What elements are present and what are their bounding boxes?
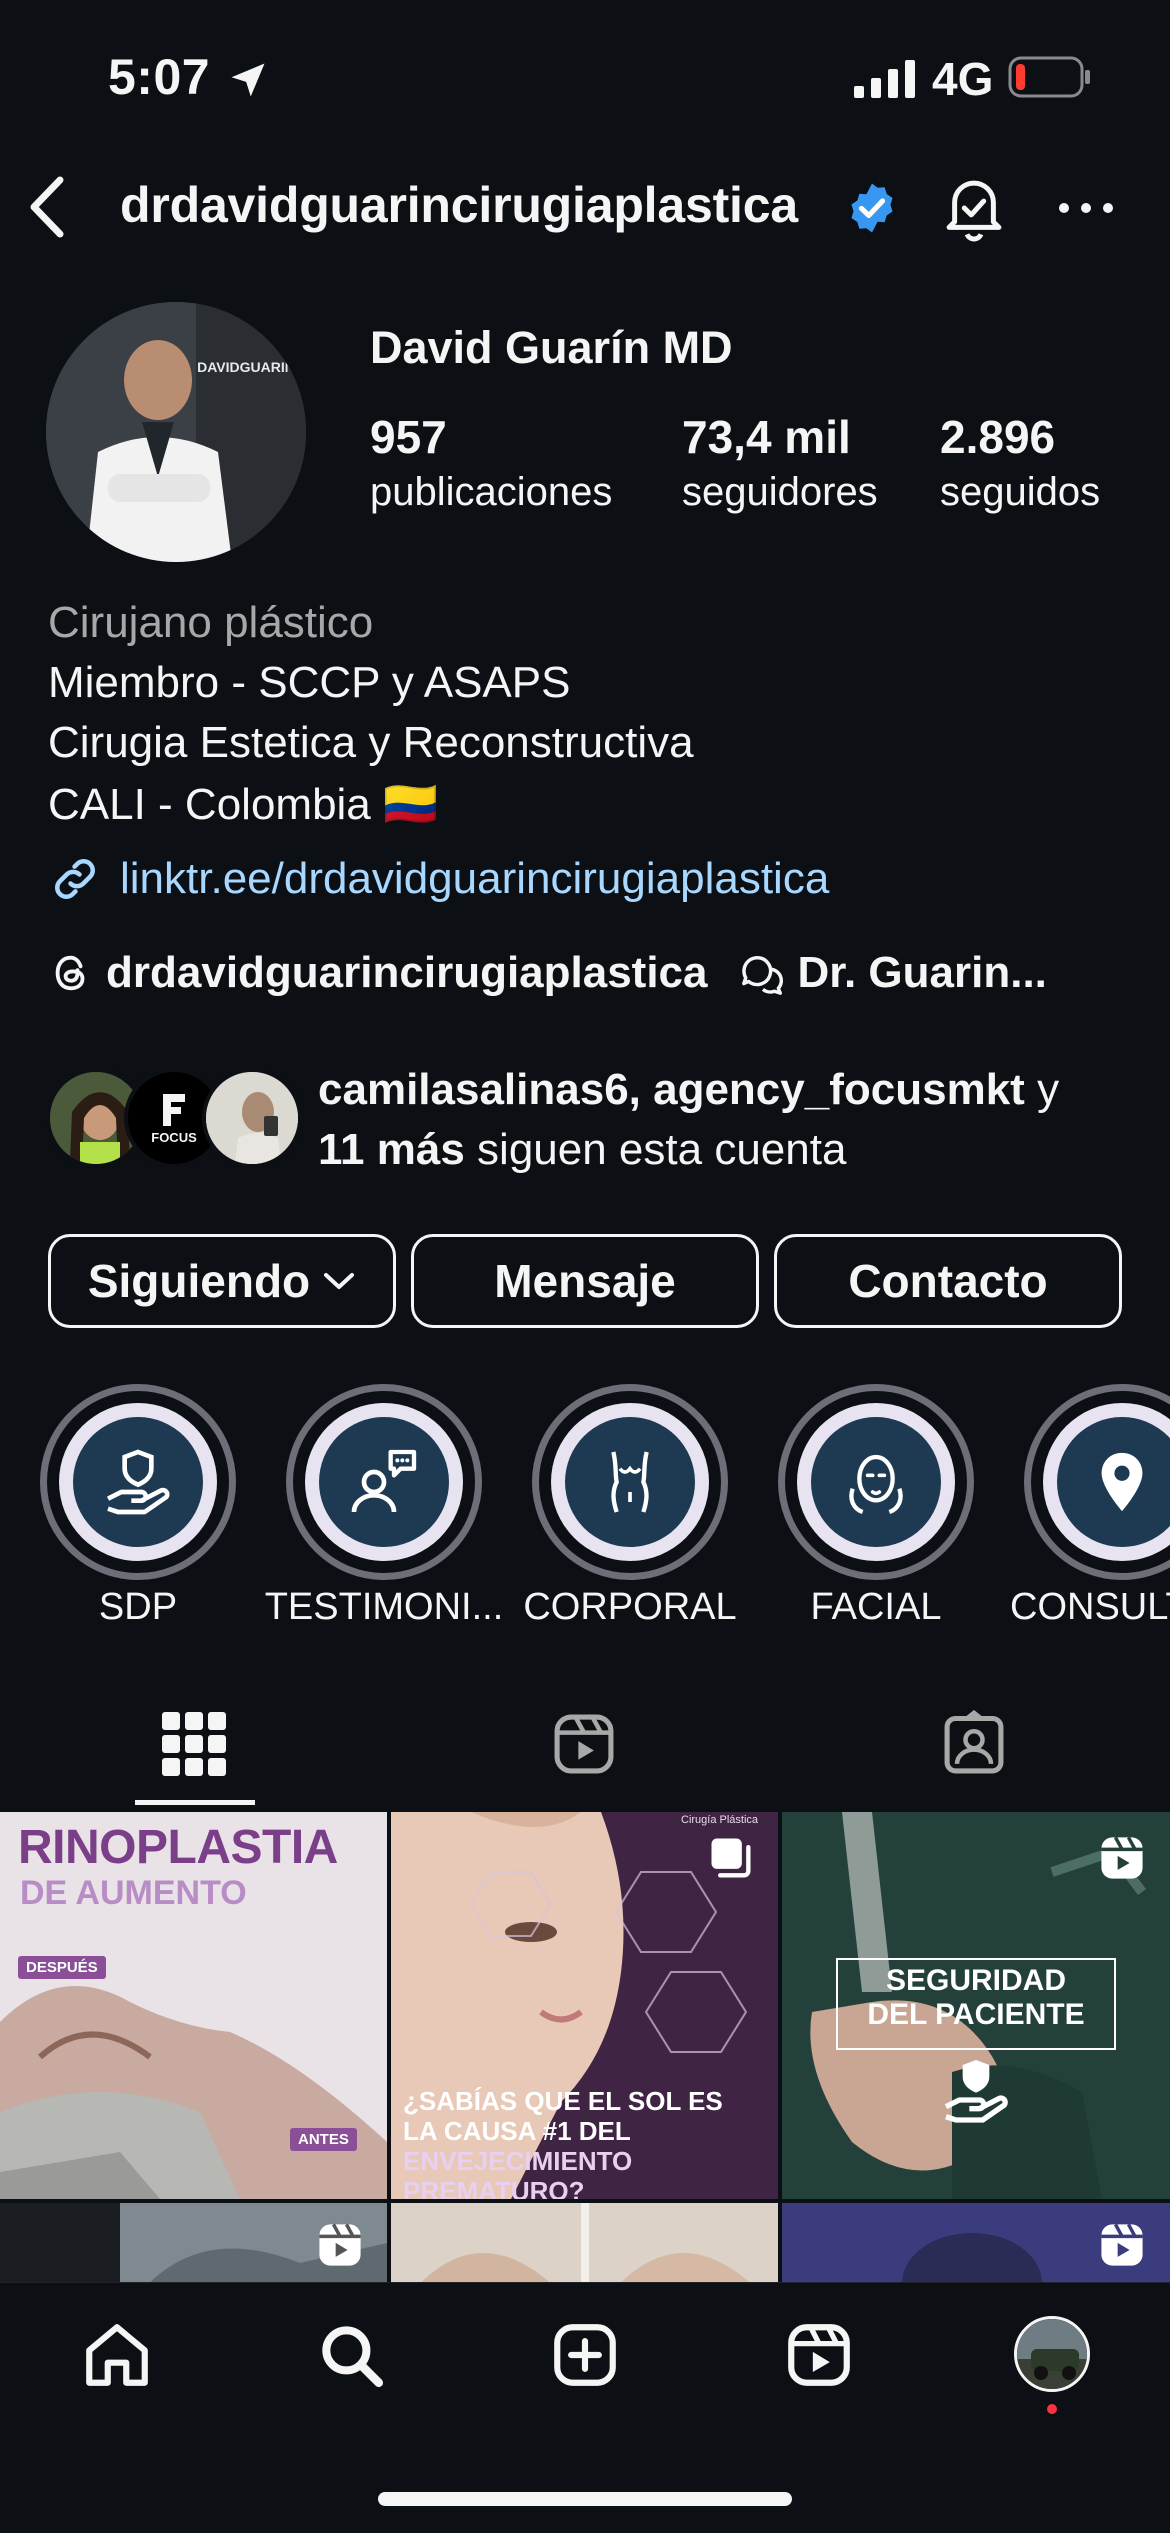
contact-button[interactable]: Contacto xyxy=(774,1234,1122,1328)
home-indicator xyxy=(378,2492,792,2506)
reels-icon[interactable] xyxy=(782,2318,856,2392)
display-name: David Guarín MD xyxy=(370,322,733,373)
face-icon xyxy=(836,1442,916,1522)
reel-icon xyxy=(1096,2219,1148,2271)
signal-icon xyxy=(854,60,916,98)
body-icon xyxy=(590,1442,670,1522)
post-row2-1[interactable] xyxy=(0,2203,387,2293)
threads-handle[interactable]: drdavidguarincirugiaplastica xyxy=(106,948,708,998)
post-seguridad-paciente[interactable]: SEGURIDAD DEL PACIENTE xyxy=(782,1812,1170,2199)
followers-label[interactable]: seguidores xyxy=(682,470,878,515)
bio-link-text[interactable]: linktr.ee/drdavidguarincirugiaplastica xyxy=(120,854,829,904)
battery-icon xyxy=(1008,56,1092,98)
threads-icon xyxy=(48,950,94,996)
post-row2-3[interactable] xyxy=(782,2203,1170,2293)
person-chat-icon xyxy=(344,1442,424,1522)
reel-icon xyxy=(1096,1832,1148,1884)
followers-count[interactable]: 73,4 mil xyxy=(682,410,851,464)
highlight-corporal[interactable] xyxy=(532,1384,728,1580)
notification-dot xyxy=(1047,2404,1057,2414)
post-caption-line-1: ¿SABÍAS QUE EL SOL ES xyxy=(403,2086,723,2116)
followed-by-names[interactable]: camilasalinas6, agency_focusmkt xyxy=(318,1065,1025,1114)
multi-image-icon xyxy=(705,1832,757,1884)
tag-before: ANTES xyxy=(290,2128,357,2151)
post-row2-2[interactable] xyxy=(391,2203,778,2293)
post-brand: Cirugía Plástica xyxy=(681,1814,759,1826)
message-button[interactable]: Mensaje xyxy=(411,1234,759,1328)
back-button[interactable] xyxy=(24,172,72,242)
bio-link[interactable]: linktr.ee/drdavidguarincirugiaplastica xyxy=(48,852,829,906)
community-label[interactable]: Dr. Guarin... xyxy=(798,948,1047,998)
active-tab-indicator xyxy=(135,1800,255,1805)
post-caption-line-3: ENVEJECIMIENTO xyxy=(403,2146,633,2176)
create-post-icon[interactable] xyxy=(548,2318,622,2392)
tab-reels[interactable] xyxy=(550,1710,618,1778)
bio-line-2: Cirugia Estetica y Reconstructiva xyxy=(48,718,694,767)
profile-username: drdavidguarincirugiaplastica xyxy=(120,177,798,233)
profile-avatar[interactable]: DAVIDGUARIN xyxy=(46,302,306,562)
followed-by-suffix: siguen esta cuenta xyxy=(477,1125,847,1174)
post-rinoplastia[interactable]: RINOPLASTIA DE AUMENTO DESPUÉS ANTES xyxy=(0,1812,387,2199)
more-options-button[interactable] xyxy=(1058,196,1114,220)
post-3-line-1: SEGURIDAD xyxy=(885,1964,1066,1997)
focus-logo-text: FOCUS xyxy=(151,1129,197,1145)
post-caption-line-4: PREMATURO? xyxy=(403,2176,585,2199)
network-type: 4G xyxy=(932,53,994,105)
highlight-facial[interactable] xyxy=(778,1384,974,1580)
hand-shield-icon xyxy=(98,1442,178,1522)
highlight-label-corporal: CORPORAL xyxy=(523,1586,737,1628)
highlight-label-sdp: SDP xyxy=(98,1586,178,1628)
highlight-label-facial: FACIAL xyxy=(810,1586,942,1628)
followed-by-count[interactable]: 11 más xyxy=(318,1125,465,1174)
post-title-1: RINOPLASTIA xyxy=(18,1821,338,1874)
highlight-sdp[interactable] xyxy=(40,1384,236,1580)
reel-icon xyxy=(314,2219,366,2271)
bio-line-3: CALI - Colombia 🇨🇴 xyxy=(48,780,438,829)
highlight-testimonios[interactable] xyxy=(286,1384,482,1580)
post-3-line-2: DEL PACIENTE xyxy=(867,1998,1085,2031)
highlight-consultorio[interactable] xyxy=(1024,1384,1170,1580)
notifications-bell-button[interactable] xyxy=(940,172,1008,244)
chevron-down-icon xyxy=(322,1271,356,1291)
post-sol-envejecimiento[interactable]: Cirugía Plástica ¿SABÍAS QUE EL SOL ES L… xyxy=(391,1812,778,2199)
threads-row: drdavidguarincirugiaplastica Dr. Guarin.… xyxy=(48,948,1047,998)
search-icon[interactable] xyxy=(314,2318,388,2392)
home-icon[interactable] xyxy=(80,2318,154,2392)
highlight-label-testimonios: TESTIMONI... xyxy=(264,1586,504,1628)
posts-count[interactable]: 957 xyxy=(370,410,447,464)
hand-shield-icon xyxy=(936,2050,1016,2130)
profile-tab-avatar[interactable] xyxy=(1014,2316,1090,2392)
tab-grid[interactable] xyxy=(162,1712,226,1776)
mutual-follower-avatar-3[interactable] xyxy=(202,1068,302,1168)
link-icon xyxy=(48,852,102,906)
followed-by-and: y xyxy=(1037,1065,1060,1114)
followed-by-text[interactable]: camilasalinas6, agency_focusmkt y 11 más… xyxy=(318,1060,1138,1180)
tag-after: DESPUÉS xyxy=(18,1956,106,1979)
svg-text:DAVIDGUARIN: DAVIDGUARIN xyxy=(197,359,295,375)
following-count[interactable]: 2.896 xyxy=(940,410,1055,464)
posts-label[interactable]: publicaciones xyxy=(370,470,612,515)
location-pin-icon xyxy=(1087,1447,1157,1517)
following-label[interactable]: seguidos xyxy=(940,470,1100,515)
post-title-2: DE AUMENTO xyxy=(20,1874,247,1912)
following-button[interactable]: Siguiendo xyxy=(48,1234,396,1328)
post-caption: ¿SABÍAS QUE EL SOL ES LA CAUSA #1 DEL EN… xyxy=(403,2086,723,2199)
tab-tagged[interactable] xyxy=(940,1710,1008,1778)
following-button-label: Siguiendo xyxy=(87,1255,311,1307)
nav-home-button[interactable] xyxy=(80,0,380,150)
bio-line-1: Miembro - SCCP y ASAPS xyxy=(48,658,571,707)
highlight-label-consultorio: CONSULT xyxy=(1010,1586,1170,1628)
profile-category: Cirujano plástico xyxy=(48,598,374,647)
post-caption-line-2: LA CAUSA #1 DEL xyxy=(403,2116,631,2146)
community-chat-icon xyxy=(738,950,788,996)
verified-badge-icon xyxy=(844,180,900,236)
